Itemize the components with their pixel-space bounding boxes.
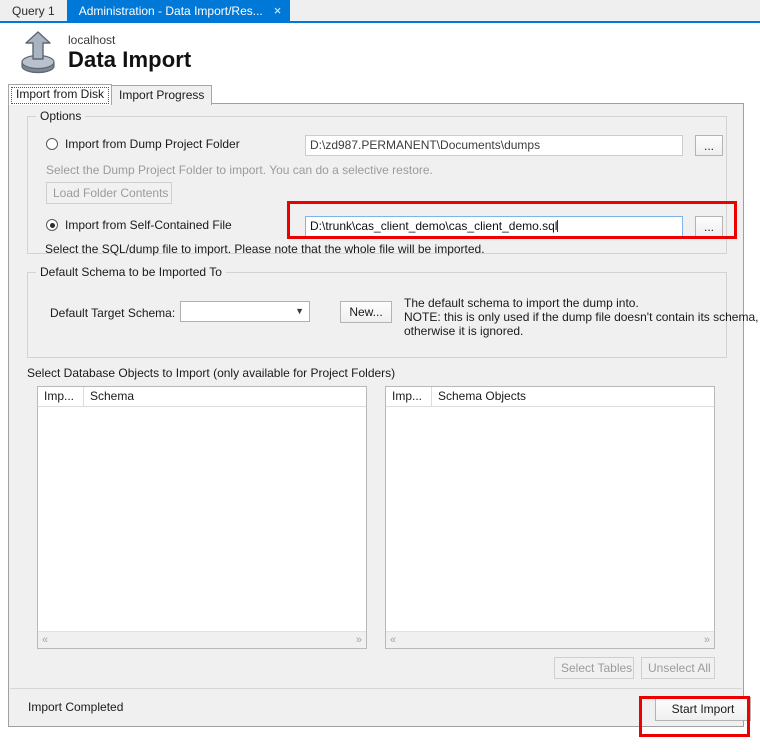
editor-tab-label: Query 1 bbox=[12, 3, 55, 18]
tab-label: Import from Disk bbox=[16, 87, 105, 101]
default-target-schema-select[interactable]: ▼ bbox=[180, 301, 310, 322]
tab-label: Import Progress bbox=[119, 88, 205, 102]
editor-tab-label: Administration - Data Import/Res... bbox=[78, 3, 263, 18]
scroll-left-icon[interactable]: « bbox=[38, 633, 52, 647]
radio-label: Import from Dump Project Folder bbox=[65, 137, 240, 151]
scroll-right-icon[interactable]: » bbox=[700, 633, 714, 647]
tab-import-from-disk[interactable]: Import from Disk bbox=[8, 84, 113, 105]
scroll-left-icon[interactable]: « bbox=[386, 633, 400, 647]
chevron-down-icon: ▼ bbox=[295, 306, 304, 316]
radio-icon bbox=[46, 138, 58, 150]
schema-objects-list-column-import: Imp... bbox=[386, 387, 432, 406]
dump-folder-hint: Select the Dump Project Folder to import… bbox=[46, 163, 433, 177]
unselect-all-button[interactable]: Unselect All bbox=[641, 657, 715, 679]
import-from-disk-panel: Options Import from Dump Project Folder … bbox=[8, 103, 758, 727]
radio-import-from-self-contained-file[interactable]: Import from Self-Contained File bbox=[46, 218, 232, 232]
default-schema-group: Default Schema to be Imported To Default… bbox=[27, 265, 758, 358]
host-label: localhost bbox=[68, 33, 116, 47]
schema-list[interactable]: Imp... Schema « » bbox=[37, 386, 367, 649]
self-contained-browse-button[interactable]: ... bbox=[695, 216, 723, 237]
editor-tab-query-1[interactable]: Query 1 bbox=[0, 0, 67, 21]
status-bar: Import Completed Start Import bbox=[10, 688, 751, 725]
self-contained-file-input[interactable]: D:\trunk\cas_client_demo\cas_client_demo… bbox=[305, 216, 683, 237]
schema-list-header: Imp... Schema bbox=[38, 387, 366, 407]
schema-list-hscrollbar[interactable]: « » bbox=[38, 631, 366, 648]
upload-icon bbox=[21, 31, 55, 74]
load-folder-contents-button[interactable]: Load Folder Contents bbox=[46, 182, 172, 204]
default-schema-group-title: Default Schema to be Imported To bbox=[36, 265, 226, 279]
dump-folder-path-value: D:\zd987.PERMANENT\Documents\dumps bbox=[310, 138, 541, 152]
new-schema-button[interactable]: New... bbox=[340, 301, 392, 323]
editor-tab-administration-data-import[interactable]: Administration - Data Import/Res... × bbox=[66, 0, 291, 21]
page-header: localhost Data Import bbox=[0, 23, 760, 81]
dump-folder-browse-button[interactable]: ... bbox=[695, 135, 723, 156]
schema-objects-list-header: Imp... Schema Objects bbox=[386, 387, 714, 407]
schema-list-column-schema: Schema bbox=[90, 389, 135, 403]
radio-label: Import from Self-Contained File bbox=[65, 218, 232, 232]
radio-import-from-dump-project-folder[interactable]: Import from Dump Project Folder bbox=[46, 137, 240, 151]
start-import-button[interactable]: Start Import bbox=[655, 697, 751, 721]
inner-tab-strip: Import from Disk Import Progress bbox=[8, 84, 213, 105]
radio-icon bbox=[46, 219, 58, 231]
self-contained-file-value: D:\trunk\cas_client_demo\cas_client_demo… bbox=[310, 219, 558, 233]
status-text: Import Completed bbox=[28, 700, 124, 714]
select-database-objects-label: Select Database Objects to Import (only … bbox=[27, 366, 396, 380]
schema-note-line-3: otherwise it is ignored. bbox=[404, 324, 524, 338]
schema-note-line-1: The default schema to import the dump in… bbox=[404, 296, 639, 310]
text-caret bbox=[557, 220, 559, 232]
schema-objects-list[interactable]: Imp... Schema Objects « » bbox=[385, 386, 715, 649]
close-icon[interactable]: × bbox=[271, 4, 285, 17]
dump-folder-path-input[interactable]: D:\zd987.PERMANENT\Documents\dumps bbox=[305, 135, 683, 156]
schema-objects-list-column-objects: Schema Objects bbox=[438, 389, 527, 403]
select-tables-button[interactable]: Select Tables bbox=[554, 657, 634, 679]
default-target-schema-label: Default Target Schema: bbox=[50, 306, 176, 320]
schema-objects-list-hscrollbar[interactable]: « » bbox=[386, 631, 714, 648]
scroll-right-icon[interactable]: » bbox=[352, 633, 366, 647]
page-title: Data Import bbox=[68, 47, 192, 72]
editor-tab-strip: Query 1 Administration - Data Import/Res… bbox=[0, 0, 760, 23]
tab-import-progress[interactable]: Import Progress bbox=[111, 85, 213, 105]
self-contained-hint: Select the SQL/dump file to import. Plea… bbox=[45, 242, 485, 256]
options-group-title: Options bbox=[36, 109, 86, 123]
schema-list-column-import: Imp... bbox=[38, 387, 84, 406]
schema-note-line-2: NOTE: this is only used if the dump file… bbox=[404, 310, 759, 324]
options-group: Options Import from Dump Project Folder … bbox=[27, 109, 727, 254]
